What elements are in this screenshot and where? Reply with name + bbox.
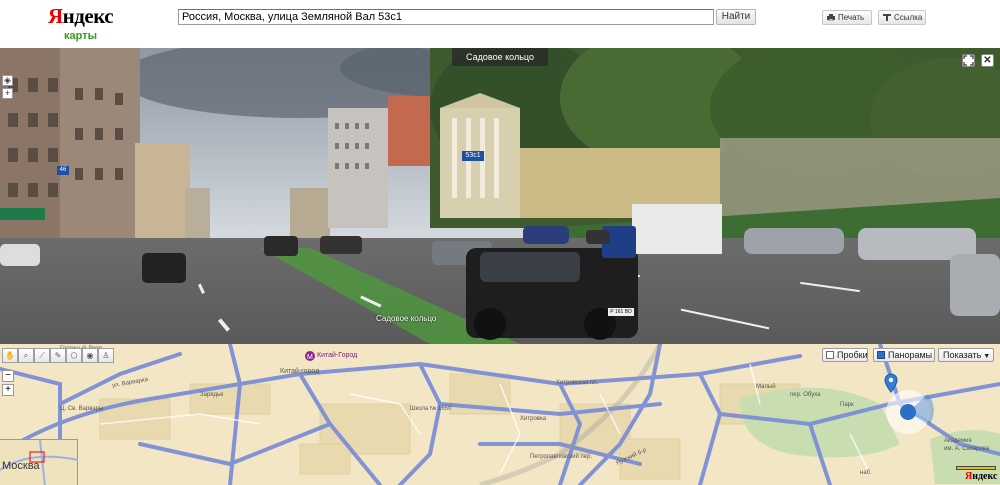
map-toolbar: ✋ ⌕ ⟋ ✎ ⬠ ◉ ♙ bbox=[2, 348, 114, 364]
print-button[interactable]: Печать bbox=[822, 10, 872, 25]
svg-text:М: М bbox=[307, 354, 313, 361]
marker-tool-icon[interactable]: ◉ bbox=[82, 348, 98, 363]
map-label-khitrovka: Хитровка bbox=[520, 416, 547, 422]
link-button[interactable]: Ссылка bbox=[878, 10, 926, 25]
license-plate: Р 161 ВО bbox=[610, 309, 632, 315]
fullscreen-icon bbox=[963, 55, 974, 66]
house-number-sign-left: 46 bbox=[59, 167, 67, 173]
map-zoom-control: − + bbox=[2, 370, 14, 398]
yandex-logo[interactable]: Яндекс карты bbox=[48, 4, 114, 44]
yandex-copyright-logo[interactable]: Яндекс bbox=[965, 471, 997, 482]
hand-tool-icon[interactable]: ✋ bbox=[2, 348, 18, 363]
map-label-nab: наб. bbox=[860, 470, 872, 476]
house-number-sign: 53с1 bbox=[465, 152, 481, 159]
chevron-down-icon: ▼ bbox=[983, 353, 991, 360]
map-label-academy: Академия bbox=[944, 438, 972, 444]
map-label-obukha: пер. Обуха bbox=[790, 392, 821, 398]
panoramas-label: Панорамы bbox=[888, 350, 933, 360]
panorama-image bbox=[0, 48, 1000, 344]
search-input[interactable] bbox=[178, 9, 714, 25]
pencil-tool-icon[interactable]: ✎ bbox=[50, 348, 66, 363]
show-dropdown[interactable]: Показать ▼ bbox=[938, 348, 994, 362]
person-tool-icon[interactable]: ♙ bbox=[98, 348, 114, 363]
map-label-school: Школа № 1650 bbox=[410, 406, 452, 412]
show-label: Показать bbox=[943, 350, 982, 360]
close-panorama-button[interactable]: ✕ bbox=[981, 54, 994, 67]
street-panorama[interactable]: 53с1 46 Р 161 ВО Садовое кольцо Садовое … bbox=[0, 48, 1000, 344]
close-icon: ✕ bbox=[983, 55, 992, 66]
street-name-overlay-top[interactable]: Садовое кольцо bbox=[452, 48, 548, 66]
pano-zoom-in-button[interactable]: + bbox=[2, 88, 13, 99]
print-label: Печать bbox=[838, 13, 865, 22]
minimap-city-label: Москва bbox=[2, 460, 40, 472]
map-label-khitrovskaya: Хитровская пл. bbox=[556, 380, 599, 386]
header: Яндекс карты Найти Печать Ссылка bbox=[0, 0, 1000, 48]
overview-minimap[interactable]: Москва bbox=[0, 439, 78, 485]
compass-icon[interactable]: ◈ bbox=[2, 75, 13, 86]
panorama-zoom-control: ◈ + bbox=[2, 75, 14, 145]
panoramas-layer-toggle[interactable]: Панорамы bbox=[873, 348, 935, 362]
panoramas-checkbox[interactable] bbox=[877, 351, 885, 359]
map-label-sakharov: им. А. Сахарова bbox=[944, 446, 990, 452]
logo-first-letter: Я bbox=[48, 4, 63, 28]
map-zoom-out-button[interactable]: − bbox=[2, 370, 14, 382]
ruler-tool-icon[interactable]: ⟋ bbox=[34, 348, 50, 363]
street-name-overlay-bottom[interactable]: Садовое кольцо bbox=[376, 314, 436, 323]
printer-icon bbox=[827, 14, 835, 21]
magnifier-tool-icon[interactable]: ⌕ bbox=[18, 348, 34, 363]
map-label-park: Парк bbox=[840, 402, 854, 408]
copyright-rest: ндекс bbox=[972, 471, 998, 482]
map-label-petropavlovsky: Петропавловский пер. bbox=[530, 454, 593, 460]
metro-label-kitay-gorod: Китай-Город bbox=[317, 352, 358, 359]
map-scale-bar bbox=[956, 466, 996, 470]
fullscreen-button[interactable] bbox=[962, 54, 975, 67]
map-zoom-in-button[interactable]: + bbox=[2, 384, 14, 396]
map-label-st-varvary: Ц. Св. Варвары bbox=[60, 406, 104, 412]
pin-icon bbox=[883, 14, 891, 21]
search-button[interactable]: Найти bbox=[716, 9, 756, 25]
logo-maps-label[interactable]: карты bbox=[64, 30, 97, 42]
traffic-layer-toggle[interactable]: Пробки bbox=[822, 348, 868, 362]
map-canvas: М bbox=[0, 344, 1000, 485]
traffic-checkbox[interactable] bbox=[826, 351, 834, 359]
logo-rest: ндекс bbox=[62, 4, 114, 28]
map-label-zaryadye: Зарядье bbox=[200, 392, 224, 398]
map-label-maly: Малый bbox=[756, 384, 776, 390]
link-label: Ссылка bbox=[894, 13, 923, 22]
map-view[interactable]: М Гостиный Двор Китай-Город Китай-город … bbox=[0, 344, 1000, 485]
polygon-tool-icon[interactable]: ⬠ bbox=[66, 348, 82, 363]
traffic-label: Пробки bbox=[837, 350, 868, 360]
map-label-kitay-gorod-area: Китай-город bbox=[280, 368, 320, 375]
